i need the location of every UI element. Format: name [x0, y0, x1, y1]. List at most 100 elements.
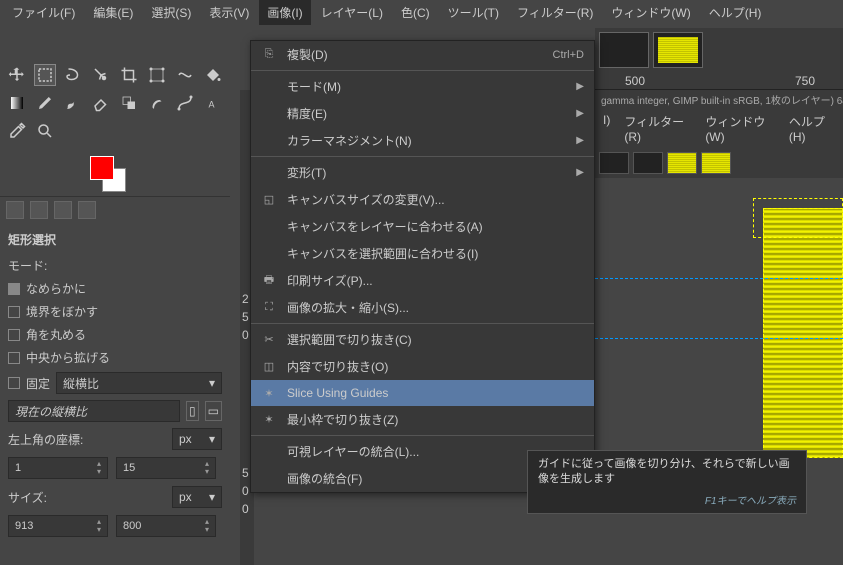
feather-checkbox[interactable] [8, 306, 20, 318]
tooltip: ガイドに従って画像を切り分け、それらで新しい画像を生成します F1キーでヘルプ表… [527, 450, 807, 514]
guide-1[interactable] [595, 278, 843, 279]
menu-mode[interactable]: モード(M)▶ [251, 73, 594, 100]
tool-brush[interactable] [62, 92, 84, 114]
menu-zealous-crop[interactable]: ✶最小枠で切り抜き(Z) [251, 406, 594, 433]
fixed-type-dropdown[interactable]: 縦横比▾ [56, 372, 222, 394]
menu-image[interactable]: 画像(I) [259, 0, 310, 25]
menu-file[interactable]: ファイル(F) [4, 0, 83, 25]
menu-canvas-size[interactable]: ◱キャンバスサイズの変更(V)... [251, 186, 594, 213]
mode-subtract[interactable] [97, 258, 113, 274]
gear-icon: ✶ [261, 385, 277, 401]
position-y-input[interactable]: ▴▾ [116, 457, 216, 479]
orient-landscape-icon[interactable]: ▭ [205, 401, 222, 421]
guide-2[interactable] [595, 338, 843, 339]
menu-color[interactable]: 色(C) [393, 0, 438, 25]
tool-fuzzy-select[interactable] [90, 64, 112, 86]
menu-fit-canvas-layers[interactable]: キャンバスをレイヤーに合わせる(A) [251, 213, 594, 240]
tool-gradient[interactable] [6, 92, 28, 114]
sub-menu-1[interactable]: I) [599, 111, 614, 146]
chevron-right-icon: ▶ [576, 81, 584, 92]
fixed-value-input[interactable]: 現在の縦横比 [8, 400, 180, 422]
fixed-checkbox[interactable] [8, 377, 20, 389]
antialias-checkbox[interactable] [8, 283, 20, 295]
menu-help[interactable]: ヘルプ(H) [701, 0, 770, 25]
size-w-input[interactable]: ▴▾ [8, 515, 108, 537]
tool-rect-select[interactable] [34, 64, 56, 86]
fg-color[interactable] [90, 156, 114, 180]
tab-tool-options[interactable] [6, 201, 24, 219]
mode-add[interactable] [75, 258, 91, 274]
mode-intersect[interactable] [119, 258, 135, 274]
menu-duplicate[interactable]: ⎘複製(D)Ctrl+D [251, 41, 594, 68]
menu-transform[interactable]: 変形(T)▶ [251, 159, 594, 186]
position-unit-dropdown[interactable]: px▾ [172, 428, 222, 450]
round-checkbox[interactable] [8, 329, 20, 341]
thumb-d[interactable] [701, 152, 731, 174]
tool-clone[interactable] [118, 92, 140, 114]
tool-options-panel: 矩形選択 モード: なめらかに 境界をぼかす 角を丸める 中央から拡げる 固定 … [0, 223, 230, 547]
menu-select[interactable]: 選択(S) [143, 0, 199, 25]
menu-edit[interactable]: 編集(E) [85, 0, 141, 25]
menu-tools[interactable]: ツール(T) [440, 0, 507, 25]
mode-label: モード: [8, 257, 47, 274]
gear-icon: ✶ [261, 412, 277, 428]
tool-picker[interactable] [6, 120, 28, 142]
position-x-input[interactable]: ▴▾ [8, 457, 108, 479]
mode-replace[interactable] [53, 258, 69, 274]
tool-transform[interactable] [146, 64, 168, 86]
tool-eraser[interactable] [90, 92, 112, 114]
thumb-a[interactable] [599, 152, 629, 174]
dock-tabs [0, 196, 230, 223]
size-unit-dropdown[interactable]: px▾ [172, 486, 222, 508]
tool-bucket[interactable] [202, 64, 224, 86]
size-label: サイズ: [8, 489, 47, 506]
menubar: ファイル(F) 編集(E) 選択(S) 表示(V) 画像(I) レイヤー(L) … [0, 0, 843, 24]
menu-filter[interactable]: フィルター(R) [509, 0, 601, 25]
canvas-viewport[interactable] [595, 178, 843, 458]
color-swatches[interactable] [90, 156, 130, 196]
expand-label: 中央から拡げる [26, 349, 110, 366]
tool-path[interactable] [174, 92, 196, 114]
tool-free-select[interactable] [62, 64, 84, 86]
tab-images[interactable] [78, 201, 96, 219]
tooltip-help: F1キーでヘルプ表示 [538, 492, 796, 507]
tool-warp[interactable] [174, 64, 196, 86]
menu-view[interactable]: 表示(V) [201, 0, 257, 25]
size-h-input[interactable]: ▴▾ [116, 515, 216, 537]
sub-menu-help[interactable]: ヘルプ(H) [785, 111, 839, 146]
sub-menu-window[interactable]: ウィンドウ(W) [701, 111, 779, 146]
orient-portrait-icon[interactable]: ▯ [186, 401, 199, 421]
selection-marquee [753, 198, 843, 238]
image-thumb-1[interactable] [599, 32, 649, 68]
menu-layer[interactable]: レイヤー(L) [313, 0, 391, 25]
toolbox: A 矩形選択 モード: なめらかに 境界をぼかす 角を丸める 中央から拡げる 固… [0, 60, 230, 547]
tool-move[interactable] [6, 64, 28, 86]
menu-window[interactable]: ウィンドウ(W) [603, 0, 698, 25]
round-label: 角を丸める [26, 326, 86, 343]
thumb-b[interactable] [633, 152, 663, 174]
image-thumb-2[interactable] [653, 32, 703, 68]
menu-precision[interactable]: 精度(E)▶ [251, 100, 594, 127]
menu-crop-content[interactable]: ◫内容で切り抜き(O) [251, 353, 594, 380]
tab-device[interactable] [30, 201, 48, 219]
tab-undo[interactable] [54, 201, 72, 219]
expand-checkbox[interactable] [8, 352, 20, 364]
feather-label: 境界をぼかす [26, 303, 98, 320]
image-titlebar: gamma integer, GIMP built-in sRGB, 1枚のレイ… [595, 90, 843, 109]
duplicate-icon: ⎘ [261, 47, 277, 63]
thumb-c[interactable] [667, 152, 697, 174]
tool-zoom[interactable] [34, 120, 56, 142]
image-menu-dropdown: ⎘複製(D)Ctrl+D モード(M)▶ 精度(E)▶ カラーマネジメント(N)… [250, 40, 595, 493]
menu-slice-guides[interactable]: ✶Slice Using Guides [251, 380, 594, 406]
menu-scale-image[interactable]: ⛶画像の拡大・縮小(S)... [251, 294, 594, 321]
sub-menu-filter[interactable]: フィルター(R) [620, 111, 695, 146]
tool-pencil[interactable] [34, 92, 56, 114]
antialias-label: なめらかに [26, 280, 86, 297]
tool-smudge[interactable] [146, 92, 168, 114]
tool-text[interactable]: A [202, 92, 224, 114]
print-icon: 🖶 [261, 273, 277, 289]
svg-text:A: A [209, 100, 215, 110]
tool-crop[interactable] [118, 64, 140, 86]
menu-color-mgmt[interactable]: カラーマネジメント(N)▶ [251, 127, 594, 154]
menu-print-size[interactable]: 🖶印刷サイズ(P)... [251, 267, 594, 294]
